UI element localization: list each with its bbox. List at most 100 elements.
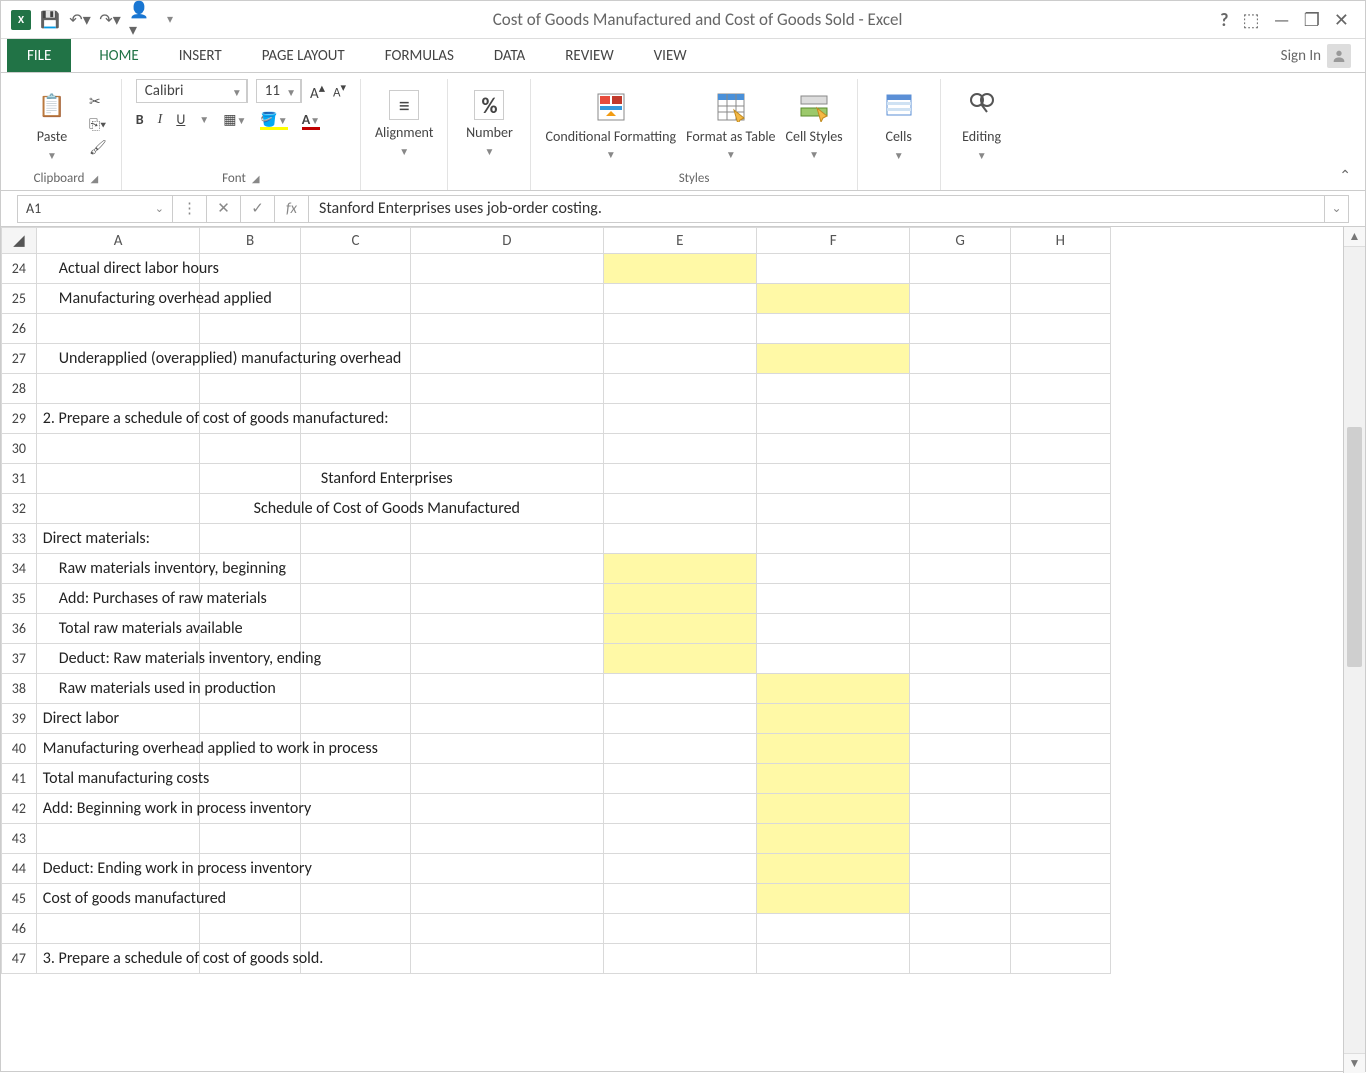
cell-A26[interactable] bbox=[36, 314, 200, 344]
tab-insert[interactable]: INSERT bbox=[159, 39, 242, 72]
cell-A35[interactable]: Add: Purchases of raw materials bbox=[36, 584, 200, 614]
cell-F44[interactable] bbox=[756, 854, 909, 884]
cell-H39[interactable] bbox=[1010, 704, 1110, 734]
cell-A30[interactable] bbox=[36, 434, 200, 464]
row-header[interactable]: 34 bbox=[2, 554, 37, 584]
row-header[interactable]: 38 bbox=[2, 674, 37, 704]
row-header[interactable]: 45 bbox=[2, 884, 37, 914]
formula-functions-icon[interactable]: ⋮ bbox=[173, 195, 207, 223]
tab-review[interactable]: REVIEW bbox=[545, 39, 633, 72]
tab-view[interactable]: VIEW bbox=[634, 39, 707, 72]
cell-B30[interactable] bbox=[200, 434, 300, 464]
cell-F31[interactable] bbox=[756, 464, 909, 494]
cell-A42[interactable]: Add: Beginning work in process inventory bbox=[36, 794, 200, 824]
scrollbar-thumb[interactable] bbox=[1347, 427, 1362, 667]
cell-G41[interactable] bbox=[910, 764, 1010, 794]
cell-D33[interactable] bbox=[411, 524, 603, 554]
cell-A37[interactable]: Deduct: Raw materials inventory, ending bbox=[36, 644, 200, 674]
cell-G43[interactable] bbox=[910, 824, 1010, 854]
cell-C41[interactable] bbox=[300, 764, 410, 794]
cells-button[interactable]: Cells ▼ bbox=[872, 86, 926, 162]
borders-button[interactable]: ▦▼ bbox=[223, 111, 246, 128]
cell-E28[interactable] bbox=[603, 374, 756, 404]
cell-A43[interactable] bbox=[36, 824, 200, 854]
cell-F27[interactable] bbox=[756, 344, 909, 374]
row-header[interactable]: 42 bbox=[2, 794, 37, 824]
row-header[interactable]: 33 bbox=[2, 524, 37, 554]
col-header-B[interactable]: B bbox=[200, 228, 300, 254]
cell-E38[interactable] bbox=[603, 674, 756, 704]
cell-C43[interactable] bbox=[300, 824, 410, 854]
row-header[interactable]: 41 bbox=[2, 764, 37, 794]
cell-D25[interactable] bbox=[411, 284, 603, 314]
cell-C26[interactable] bbox=[300, 314, 410, 344]
select-all-corner[interactable]: ◢ bbox=[2, 228, 37, 254]
cell-H45[interactable] bbox=[1010, 884, 1110, 914]
cell-C28[interactable] bbox=[300, 374, 410, 404]
cell-H35[interactable] bbox=[1010, 584, 1110, 614]
cell-G24[interactable] bbox=[910, 254, 1010, 284]
expand-formula-bar-icon[interactable]: ⌄ bbox=[1325, 195, 1349, 223]
redo-icon[interactable]: ↷▾ bbox=[99, 9, 121, 31]
cell-F38[interactable] bbox=[756, 674, 909, 704]
grow-font-icon[interactable]: A▴ bbox=[310, 80, 325, 103]
row-header[interactable]: 47 bbox=[2, 944, 37, 974]
row-header[interactable]: 27 bbox=[2, 344, 37, 374]
close-icon[interactable]: ✕ bbox=[1334, 9, 1349, 31]
cell-D26[interactable] bbox=[411, 314, 603, 344]
cell-D41[interactable] bbox=[411, 764, 603, 794]
cell-F42[interactable] bbox=[756, 794, 909, 824]
formula-bar-input[interactable]: Stanford Enterprises uses job-order cost… bbox=[309, 195, 1325, 223]
cell-F35[interactable] bbox=[756, 584, 909, 614]
cell-H33[interactable] bbox=[1010, 524, 1110, 554]
cell-A33[interactable]: Direct materials: bbox=[36, 524, 200, 554]
cell-B26[interactable] bbox=[200, 314, 300, 344]
cell-A36[interactable]: Total raw materials available bbox=[36, 614, 200, 644]
cell-H29[interactable] bbox=[1010, 404, 1110, 434]
cell-D46[interactable] bbox=[411, 914, 603, 944]
cell-C38[interactable] bbox=[300, 674, 410, 704]
col-header-E[interactable]: E bbox=[603, 228, 756, 254]
cell-H47[interactable] bbox=[1010, 944, 1110, 974]
cell-C30[interactable] bbox=[300, 434, 410, 464]
cell-C34[interactable] bbox=[300, 554, 410, 584]
cell-F37[interactable] bbox=[756, 644, 909, 674]
cell-D28[interactable] bbox=[411, 374, 603, 404]
row-header[interactable]: 39 bbox=[2, 704, 37, 734]
cell-H40[interactable] bbox=[1010, 734, 1110, 764]
qat-customize-icon[interactable]: ▾ bbox=[159, 9, 181, 31]
cell-B33[interactable] bbox=[200, 524, 300, 554]
sign-in-button[interactable]: Sign In bbox=[1267, 39, 1365, 72]
cell-G40[interactable] bbox=[910, 734, 1010, 764]
cell-E37[interactable] bbox=[603, 644, 756, 674]
cell-H28[interactable] bbox=[1010, 374, 1110, 404]
row-header[interactable]: 46 bbox=[2, 914, 37, 944]
cell-H44[interactable] bbox=[1010, 854, 1110, 884]
cell-D38[interactable] bbox=[411, 674, 603, 704]
shrink-font-icon[interactable]: A▾ bbox=[333, 81, 346, 100]
cell-E44[interactable] bbox=[603, 854, 756, 884]
cell-D40[interactable] bbox=[411, 734, 603, 764]
cell-E30[interactable] bbox=[603, 434, 756, 464]
row-header[interactable]: 24 bbox=[2, 254, 37, 284]
cell-A40[interactable]: Manufacturing overhead applied to work i… bbox=[36, 734, 200, 764]
cell-A27[interactable]: Underapplied (overapplied) manufacturing… bbox=[36, 344, 200, 374]
cell-D36[interactable] bbox=[411, 614, 603, 644]
vertical-scrollbar[interactable]: ▲ ▼ bbox=[1343, 227, 1365, 1073]
save-icon[interactable]: 💾 bbox=[39, 9, 61, 31]
clipboard-launcher-icon[interactable]: ◢ bbox=[84, 172, 98, 185]
font-color-button[interactable]: A▼ bbox=[302, 111, 320, 128]
cell-A31[interactable]: Stanford Enterprises bbox=[36, 464, 200, 494]
cell-F46[interactable] bbox=[756, 914, 909, 944]
cell-H42[interactable] bbox=[1010, 794, 1110, 824]
cell-H25[interactable] bbox=[1010, 284, 1110, 314]
italic-button[interactable]: I bbox=[158, 112, 163, 128]
cell-G29[interactable] bbox=[910, 404, 1010, 434]
row-header[interactable]: 37 bbox=[2, 644, 37, 674]
cell-C33[interactable] bbox=[300, 524, 410, 554]
cell-E43[interactable] bbox=[603, 824, 756, 854]
cell-F28[interactable] bbox=[756, 374, 909, 404]
collapse-ribbon-icon[interactable]: ⌃ bbox=[1339, 167, 1351, 184]
cell-D47[interactable] bbox=[411, 944, 603, 974]
cell-D24[interactable] bbox=[411, 254, 603, 284]
